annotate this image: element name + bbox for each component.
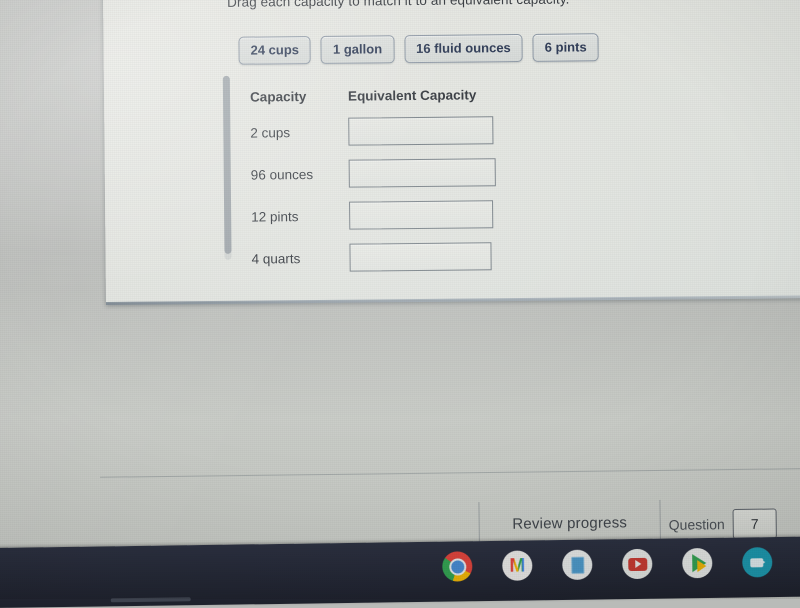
panel-scrollbar-thumb[interactable] bbox=[222, 75, 232, 254]
question-navigator: Question 7 bbox=[668, 508, 777, 540]
header-equivalent-capacity: Equivalent Capacity bbox=[347, 87, 477, 104]
table-row: 4 quarts bbox=[251, 242, 496, 272]
instruction-text: Drag each capacity to match it to an equ… bbox=[227, 0, 570, 10]
drop-target-12-pints[interactable] bbox=[349, 200, 494, 230]
drop-target-4-quarts[interactable] bbox=[349, 242, 492, 272]
zoom-icon[interactable] bbox=[742, 547, 773, 578]
drop-target-96-ounces[interactable] bbox=[348, 158, 496, 188]
taskbar-icon-row bbox=[442, 547, 773, 582]
review-progress-label: Review progress bbox=[512, 513, 628, 533]
chip-24-cups[interactable]: 24 cups bbox=[238, 36, 312, 65]
header-capacity: Capacity bbox=[249, 89, 307, 105]
matching-table: Capacity Equivalent Capacity 2 cups 96 o… bbox=[250, 87, 497, 272]
table-row: 96 ounces bbox=[251, 158, 496, 188]
question-number-input[interactable]: 7 bbox=[732, 508, 777, 540]
gmail-icon[interactable] bbox=[502, 550, 533, 581]
table-row: 2 cups bbox=[250, 116, 495, 146]
draggable-chip-row: 24 cups 1 gallon 16 fluid ounces 6 pints bbox=[238, 33, 599, 65]
row-label-2-cups: 2 cups bbox=[250, 124, 291, 141]
question-label: Question bbox=[668, 516, 725, 533]
table-header-row: Capacity Equivalent Capacity bbox=[250, 87, 495, 104]
footer-divider bbox=[100, 468, 800, 478]
os-taskbar bbox=[0, 536, 800, 608]
question-content-panel: Drag each capacity to match it to an equ… bbox=[102, 0, 800, 303]
chip-16-fluid-ounces[interactable]: 16 fluid ounces bbox=[403, 33, 523, 64]
row-label-96-ounces: 96 ounces bbox=[250, 166, 314, 183]
shelf-launcher-hint bbox=[110, 597, 191, 603]
assessment-page: Drag each capacity to match it to an equ… bbox=[0, 0, 800, 312]
youtube-icon[interactable] bbox=[622, 548, 653, 580]
google-docs-icon[interactable] bbox=[562, 549, 593, 581]
chrome-icon[interactable] bbox=[442, 551, 473, 582]
table-row: 12 pints bbox=[251, 200, 496, 230]
drop-target-2-cups[interactable] bbox=[348, 116, 494, 146]
chip-1-gallon[interactable]: 1 gallon bbox=[320, 35, 395, 64]
chip-6-pints[interactable]: 6 pints bbox=[532, 33, 599, 62]
row-label-4-quarts: 4 quarts bbox=[251, 250, 301, 267]
play-store-icon[interactable] bbox=[682, 547, 713, 579]
row-label-12-pints: 12 pints bbox=[251, 208, 299, 225]
